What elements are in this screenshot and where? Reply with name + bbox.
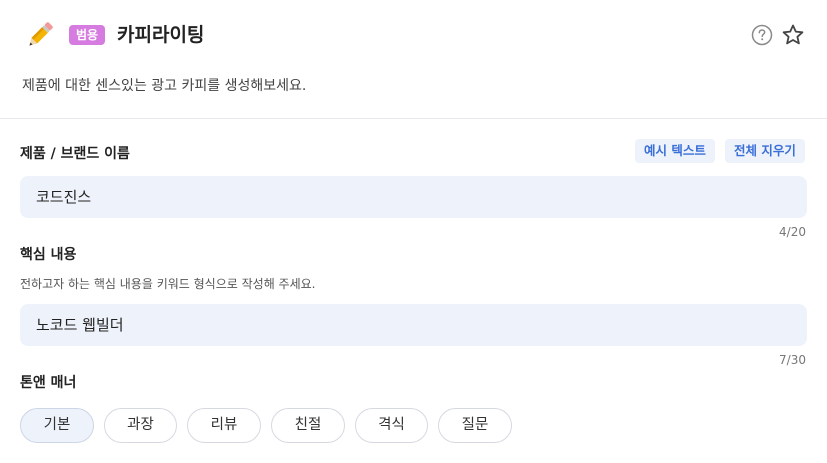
star-icon[interactable] — [781, 23, 805, 47]
category-badge: 범용 — [69, 25, 106, 45]
product-name-input[interactable]: 코드진스 — [20, 176, 807, 218]
product-name-counter: 4/20 — [779, 225, 806, 239]
tone-label: 톤앤 매너 — [20, 375, 77, 391]
key-content-helper: 전하고자 하는 핵심 내용을 키워드 형식으로 작성해 주세요. — [20, 277, 316, 291]
tone-option-review[interactable]: 리뷰 — [187, 408, 261, 443]
tone-option-friendly[interactable]: 친절 — [271, 408, 345, 443]
key-content-counter: 7/30 — [779, 353, 806, 367]
key-content-label: 핵심 내용 — [20, 247, 77, 263]
divider — [0, 118, 827, 119]
product-name-label: 제품 / 브랜드 이름 — [20, 146, 130, 162]
help-icon[interactable] — [751, 24, 773, 46]
key-content-input[interactable]: 노코드 웹빌더 — [20, 304, 807, 346]
tone-option-formal[interactable]: 격식 — [355, 408, 428, 443]
header: 범용 카피라이팅 — [0, 0, 827, 70]
tone-option-question[interactable]: 질문 — [438, 408, 512, 443]
tone-option-exaggerated[interactable]: 과장 — [104, 408, 177, 443]
example-text-button[interactable]: 예시 텍스트 — [635, 139, 715, 163]
description: 제품에 대한 센스있는 광고 카피를 생성해보세요. — [22, 78, 307, 94]
page-title: 카피라이팅 — [117, 24, 205, 46]
pencil-icon — [29, 22, 53, 46]
tone-option-basic[interactable]: 기본 — [20, 408, 94, 443]
clear-all-button[interactable]: 전체 지우기 — [725, 139, 805, 163]
